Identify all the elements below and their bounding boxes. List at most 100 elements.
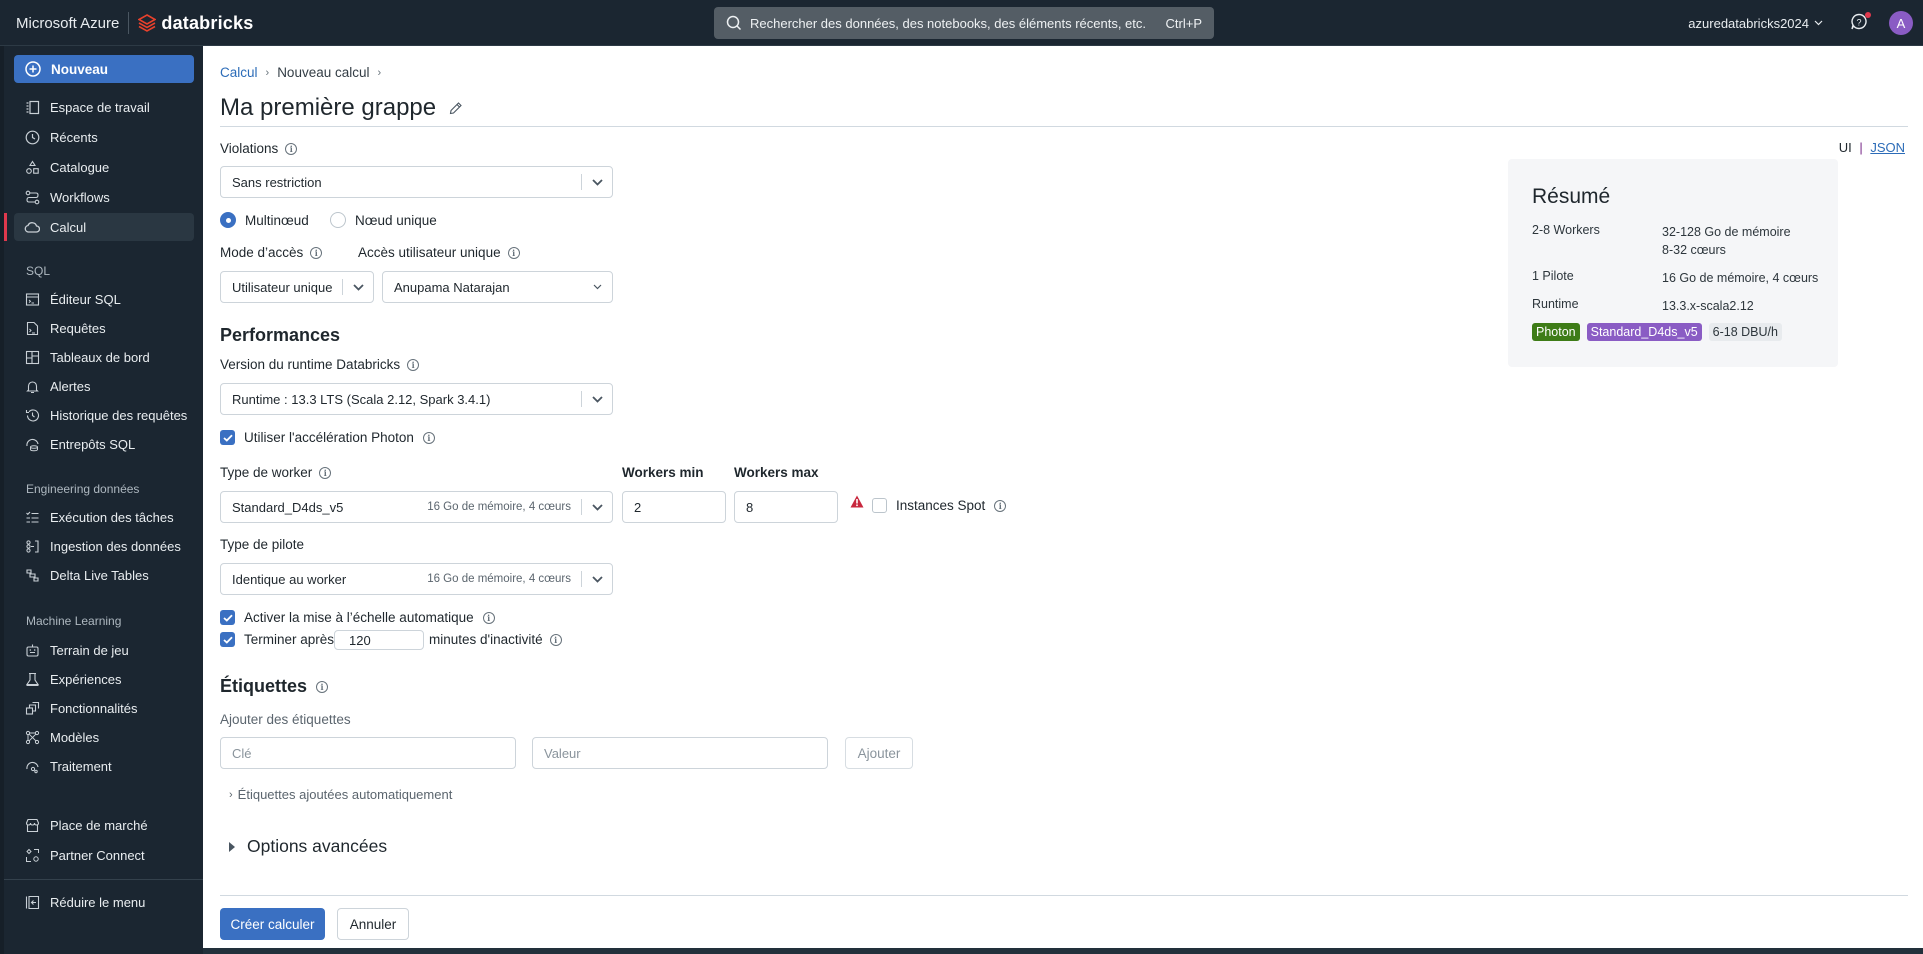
workspace-switcher[interactable]: azuredatabricks2024	[1688, 16, 1823, 31]
workers-min-label: Workers min	[622, 465, 704, 480]
auto-tags-toggle[interactable]: › Étiquettes ajoutées automatiquement	[229, 787, 452, 802]
robot-icon	[24, 642, 40, 658]
info-icon[interactable]: i	[407, 358, 420, 371]
workers-min-input[interactable]: 2	[622, 491, 726, 523]
pencil-icon[interactable]	[448, 101, 463, 116]
instance-type-badge: Standard_D4ds_v5	[1586, 323, 1702, 341]
sidebar-item-serving[interactable]: Traitement	[14, 752, 194, 780]
info-icon[interactable]: i	[310, 246, 323, 259]
create-compute-button[interactable]: Créer calculer	[220, 908, 325, 940]
summary-panel: Résumé 2-8 Workers 32-128 Go de mémoire 8…	[1508, 159, 1838, 367]
info-icon[interactable]: i	[285, 142, 298, 155]
sidebar-item-features[interactable]: Fonctionnalités	[14, 694, 194, 722]
access-mode-select[interactable]: Utilisateur unique	[220, 271, 374, 303]
add-tag-button[interactable]: Ajouter	[845, 737, 913, 769]
dashboard-icon	[24, 349, 40, 365]
sidebar-item-partner-connect[interactable]: Partner Connect	[14, 841, 194, 869]
title-divider	[220, 126, 1908, 127]
info-icon[interactable]: i	[482, 611, 495, 624]
chevron-down-icon	[582, 503, 612, 511]
sidebar-item-workspace[interactable]: Espace de travail	[14, 93, 194, 121]
tags-heading: Étiquettes i	[220, 676, 329, 697]
info-icon[interactable]: i	[507, 246, 520, 259]
bottom-strip	[203, 948, 1923, 954]
tag-key-input[interactable]: Clé	[220, 737, 516, 769]
chevron-down-icon	[582, 284, 612, 290]
sidebar-item-experiments[interactable]: Expériences	[14, 665, 194, 693]
sidebar-item-recents[interactable]: Récents	[14, 123, 194, 151]
sidebar-item-playground[interactable]: Terrain de jeu	[14, 636, 194, 664]
tag-value-input[interactable]: Valeur	[532, 737, 828, 769]
sidebar-item-query-history[interactable]: Historique des requêtes	[14, 401, 194, 429]
sidebar-item-sql-editor[interactable]: Éditeur SQL	[14, 285, 194, 313]
features-icon	[24, 700, 40, 716]
top-bar: Microsoft Azure databricks Rechercher de…	[0, 0, 1923, 46]
worker-type-select[interactable]: Standard_D4ds_v5 16 Go de mémoire, 4 cœu…	[220, 491, 613, 523]
summary-row-runtime: Runtime 13.3.x-scala2.12	[1532, 297, 1754, 313]
sidebar-item-delta-live-tables[interactable]: Delta Live Tables	[14, 561, 194, 589]
sidebar-item-data-ingestion[interactable]: Ingestion des données	[14, 532, 194, 560]
info-icon[interactable]: i	[422, 431, 435, 444]
microsoft-azure-label: Microsoft Azure	[16, 14, 120, 32]
workers-max-input[interactable]: 8	[734, 491, 838, 523]
bell-icon	[24, 378, 40, 394]
notification-dot	[1865, 12, 1871, 18]
terminate-minutes-input[interactable]: 120	[334, 630, 424, 650]
databricks-icon	[138, 14, 157, 32]
radio-unchecked[interactable]	[330, 212, 346, 228]
radio-checked[interactable]	[220, 212, 236, 228]
sidebar-item-job-runs[interactable]: Exécution des tâches	[14, 503, 194, 531]
brand[interactable]: Microsoft Azure databricks	[16, 0, 253, 46]
sidebar-item-alerts[interactable]: Alertes	[14, 372, 194, 400]
search-placeholder: Rechercher des données, des notebooks, d…	[750, 15, 1147, 31]
checkbox-unchecked[interactable]	[872, 498, 887, 513]
checkbox-checked[interactable]	[220, 632, 235, 647]
sidebar-item-catalog[interactable]: Catalogue	[14, 153, 194, 181]
footer-divider	[220, 895, 1908, 896]
info-icon[interactable]: i	[316, 680, 329, 693]
collapse-menu-button[interactable]: Réduire le menu	[14, 888, 194, 916]
sidebar-divider	[4, 879, 203, 880]
sidebar-item-marketplace[interactable]: Place de marché	[14, 811, 194, 839]
single-user-select[interactable]: Anupama Natarajan	[382, 271, 613, 303]
runtime-select[interactable]: Runtime : 13.3 LTS (Scala 2.12, Spark 3.…	[220, 383, 613, 415]
new-button[interactable]: Nouveau	[14, 55, 194, 83]
radio-multi-node[interactable]: Multinœud	[220, 212, 309, 228]
sidebar: Nouveau Espace de travail Récents Catalo…	[0, 46, 203, 954]
policy-select[interactable]: Sans restriction	[220, 166, 613, 198]
sidebar-item-queries[interactable]: Requêtes	[14, 314, 194, 342]
sidebar-item-workflows[interactable]: Workflows	[14, 183, 194, 211]
delta-live-tables-icon	[24, 567, 40, 583]
search-shortcut: Ctrl+P	[1165, 15, 1202, 31]
sidebar-item-dashboards[interactable]: Tableaux de bord	[14, 343, 194, 371]
chevron-down-icon	[582, 178, 612, 186]
photon-checkbox[interactable]: Utiliser l'accélération Photon i	[220, 430, 435, 445]
history-icon	[24, 407, 40, 423]
global-search[interactable]: Rechercher des données, des notebooks, d…	[714, 7, 1214, 39]
advanced-options-toggle[interactable]: Options avancées	[229, 836, 387, 857]
checkbox-checked[interactable]	[220, 610, 235, 625]
breadcrumb-compute[interactable]: Calcul	[220, 65, 258, 80]
tags-subtitle: Ajouter des étiquettes	[220, 712, 351, 727]
info-icon[interactable]: i	[549, 633, 562, 646]
info-icon[interactable]: i	[319, 466, 332, 479]
cancel-button[interactable]: Annuler	[337, 908, 409, 940]
radio-single-node[interactable]: Nœud unique	[330, 212, 437, 228]
spot-instances-checkbox[interactable]: Instances Spot i	[872, 498, 1007, 513]
ui-view-link[interactable]: UI	[1839, 140, 1852, 155]
terminate-checkbox[interactable]: Terminer après	[220, 632, 334, 647]
sidebar-item-sql-warehouses[interactable]: Entrepôts SQL	[14, 430, 194, 458]
driver-type-select[interactable]: Identique au worker 16 Go de mémoire, 4 …	[220, 563, 613, 595]
performance-heading: Performances	[220, 325, 341, 345]
breadcrumb-current[interactable]: Nouveau calcul	[277, 65, 369, 80]
sidebar-item-models[interactable]: Modèles	[14, 723, 194, 751]
sidebar-item-compute[interactable]: Calcul	[14, 213, 194, 241]
info-icon[interactable]: i	[994, 499, 1007, 512]
autoscale-checkbox[interactable]: Activer la mise à l’échelle automatique …	[220, 610, 495, 625]
json-view-link[interactable]: JSON	[1870, 140, 1905, 155]
policy-label: Violations i	[220, 141, 298, 156]
avatar[interactable]: A	[1889, 11, 1913, 35]
help-button[interactable]: ?	[1849, 12, 1871, 34]
sql-editor-icon	[24, 291, 40, 307]
checkbox-checked[interactable]	[220, 430, 235, 445]
